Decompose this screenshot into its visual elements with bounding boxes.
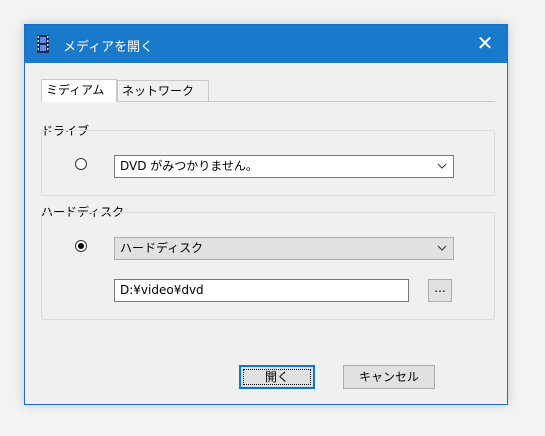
chevron-down-icon bbox=[437, 245, 447, 251]
open-media-dialog: メディアを開く ✕ ミディアム ネットワーク ドライブ DVD がみつかりません… bbox=[24, 24, 508, 405]
disk-dropdown[interactable]: ハードディスク bbox=[114, 237, 454, 260]
disk-path-input[interactable]: D:¥video¥dvd bbox=[114, 279, 409, 302]
disk-group: ハードディスク D:¥video¥dvd ... bbox=[41, 212, 495, 320]
browse-button[interactable]: ... bbox=[428, 279, 452, 302]
film-strip-icon bbox=[37, 35, 49, 53]
title-bar[interactable]: メディアを開く ✕ bbox=[25, 25, 507, 63]
window-title: メディアを開く bbox=[63, 40, 154, 55]
drive-dropdown[interactable]: DVD がみつかりません。 bbox=[114, 155, 454, 178]
drive-group: DVD がみつかりません。 bbox=[41, 130, 495, 196]
tab-network[interactable]: ネットワーク bbox=[117, 80, 209, 101]
close-icon: ✕ bbox=[476, 31, 494, 55]
cancel-button-label: キャンセル bbox=[358, 370, 419, 384]
chevron-down-icon bbox=[437, 163, 447, 169]
close-button[interactable]: ✕ bbox=[463, 25, 507, 63]
open-button-label: 開く bbox=[264, 370, 289, 384]
open-button[interactable]: 開く bbox=[239, 365, 315, 389]
tab-panel-medium: ドライブ DVD がみつかりません。 ハードディスク ハードディスク D:¥vi… bbox=[41, 101, 495, 338]
disk-radio[interactable] bbox=[75, 240, 87, 252]
drive-radio[interactable] bbox=[75, 158, 87, 170]
drive-dropdown-value: DVD がみつかりません。 bbox=[120, 159, 258, 173]
cancel-button[interactable]: キャンセル bbox=[343, 365, 435, 389]
tab-medium[interactable]: ミディアム bbox=[41, 79, 117, 102]
disk-dropdown-value: ハードディスク bbox=[120, 241, 204, 255]
